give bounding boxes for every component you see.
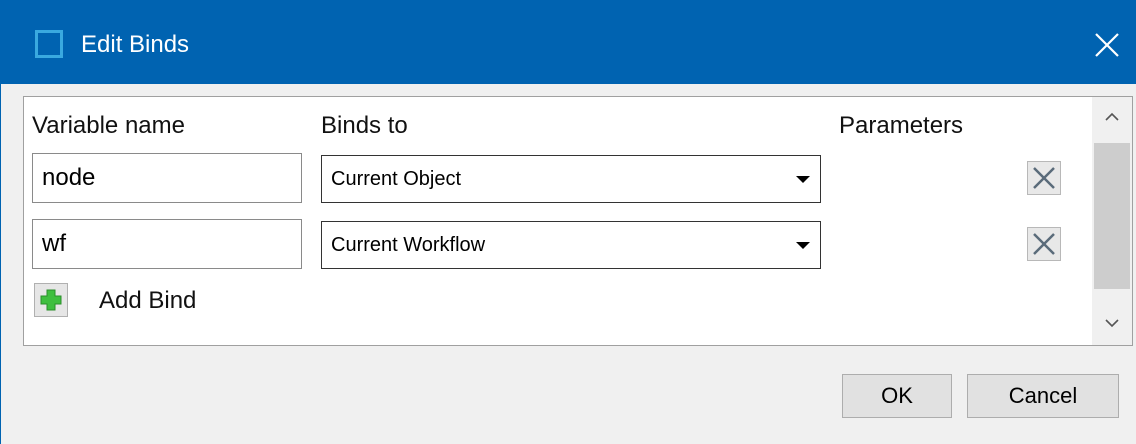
column-header-variable-name: Variable name — [32, 112, 185, 139]
vertical-scrollbar[interactable] — [1092, 97, 1132, 345]
plus-icon — [40, 289, 62, 311]
binds-panel: Variable name Binds to Parameters node C… — [23, 96, 1133, 346]
scroll-down-button[interactable] — [1092, 303, 1132, 343]
column-header-binds-to: Binds to — [321, 112, 408, 139]
chevron-up-icon — [1105, 112, 1119, 121]
close-button[interactable] — [1087, 25, 1127, 65]
scroll-up-button[interactable] — [1092, 97, 1132, 137]
close-icon — [1095, 33, 1119, 57]
delete-bind-button[interactable] — [1027, 161, 1061, 195]
delete-bind-button[interactable] — [1027, 227, 1061, 261]
binds-to-value: Current Workflow — [331, 234, 486, 256]
binds-to-select[interactable]: Current Object — [321, 155, 821, 203]
title-bar: Edit Binds — [1, 0, 1136, 84]
delete-x-icon — [1033, 167, 1055, 189]
ok-button[interactable]: OK — [842, 374, 952, 418]
variable-name-input[interactable]: node — [32, 153, 302, 203]
delete-x-icon — [1033, 233, 1055, 255]
add-bind-label[interactable]: Add Bind — [99, 287, 196, 315]
dropdown-arrow-icon — [796, 242, 810, 249]
dialog-title: Edit Binds — [81, 31, 190, 58]
binds-to-value: Current Object — [331, 168, 462, 190]
edit-binds-dialog: Edit Binds Variable name Binds to Parame… — [0, 0, 1136, 444]
variable-name-input[interactable]: wf — [32, 219, 302, 269]
scroll-thumb[interactable] — [1094, 143, 1130, 289]
app-icon — [35, 30, 63, 58]
cancel-button[interactable]: Cancel — [967, 374, 1119, 418]
column-header-parameters: Parameters — [839, 112, 964, 139]
binds-to-select[interactable]: Current Workflow — [321, 221, 821, 269]
dropdown-arrow-icon — [796, 176, 810, 183]
add-bind-button[interactable] — [34, 283, 68, 317]
chevron-down-icon — [1105, 319, 1119, 328]
